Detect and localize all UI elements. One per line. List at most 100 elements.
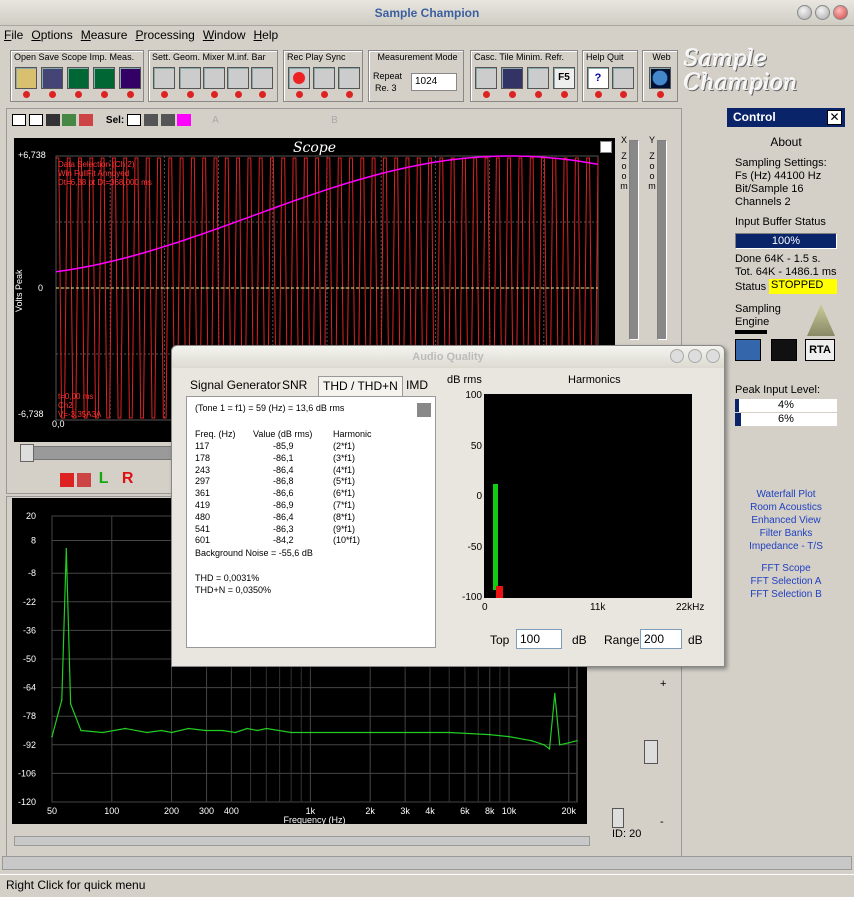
toolbar-window-group: Casc. Tile Minim. Refr. F5 (470, 50, 578, 102)
import-button[interactable] (93, 67, 115, 89)
settings-button[interactable] (153, 67, 175, 89)
y-zoom-slider[interactable] (657, 140, 667, 340)
fft-scrollbar[interactable] (14, 836, 590, 846)
play-button[interactable] (313, 67, 335, 89)
fft-data-point (576, 739, 578, 742)
mixer-button[interactable] (203, 67, 225, 89)
led-indicator (127, 91, 134, 98)
main-scrollbar[interactable] (2, 856, 852, 870)
menu-options[interactable]: Options (27, 26, 76, 44)
zoom-tool-icon[interactable] (28, 114, 43, 126)
menu-help[interactable]: Help (250, 26, 283, 44)
grid-icon[interactable] (127, 114, 142, 126)
link-filter-banks[interactable]: Filter Banks (727, 528, 845, 539)
rta-button[interactable]: RTA (805, 339, 835, 361)
spectrum-icon[interactable] (62, 114, 77, 126)
fft-minus-label[interactable]: - (660, 816, 664, 828)
link-fft-scope[interactable]: FFT Scope (727, 563, 845, 574)
web-globe-icon[interactable] (649, 67, 671, 89)
minimize-button[interactable] (797, 5, 812, 20)
link-fft-selection-b[interactable]: FFT Selection B (727, 589, 845, 600)
menu-window[interactable]: Window (199, 26, 250, 44)
sync-button[interactable] (338, 67, 360, 89)
measure-button[interactable] (119, 67, 141, 89)
fft-plus-label[interactable]: + (660, 678, 666, 690)
open-button[interactable] (15, 67, 37, 89)
menu-processing[interactable]: Processing (131, 26, 198, 44)
right-channel-button[interactable]: R (122, 470, 134, 487)
fft-id-slider[interactable] (612, 808, 624, 828)
link-enhanced-view[interactable]: Enhanced View (727, 515, 845, 526)
scope-expand-icon[interactable] (600, 141, 612, 153)
engine-spectrum-icon[interactable] (771, 339, 797, 361)
link-impedance[interactable]: Impedance - T/S (727, 541, 845, 552)
menu-file[interactable]: File (0, 26, 27, 44)
cascade-button[interactable] (475, 67, 497, 89)
copy-results-icon[interactable] (417, 403, 431, 417)
range-spinner[interactable]: 200 (640, 629, 682, 649)
bits-label: Bit/Sample 16 (735, 183, 804, 195)
aq-maximize-button[interactable] (688, 349, 702, 363)
copy-icon[interactable] (77, 472, 92, 487)
tab-snr[interactable]: SNR (278, 376, 311, 396)
fft-x-tick: 10k (502, 806, 517, 816)
media-info-button[interactable] (227, 67, 249, 89)
tab-thd[interactable]: THD / THD+N (318, 376, 403, 397)
fft-data-point (369, 731, 372, 734)
link-waterfall-plot[interactable]: Waterfall Plot (727, 489, 845, 500)
about-button[interactable]: About (727, 135, 845, 149)
minimize-all-button[interactable] (527, 67, 549, 89)
fft-data-point (234, 731, 237, 734)
control-close-icon[interactable]: ✕ (827, 110, 842, 125)
engine-grid-icon[interactable] (735, 339, 761, 361)
led-indicator (509, 91, 516, 98)
camera-icon[interactable] (45, 114, 60, 126)
fft-data-point (170, 731, 173, 734)
stats-icon[interactable] (160, 114, 175, 126)
scope-x-start: 0,0 (52, 419, 65, 429)
thd-row-v: -86,6 (273, 488, 294, 499)
clipboard-icon[interactable] (60, 472, 74, 487)
fft-x-tick: 6k (460, 806, 470, 816)
led-indicator (161, 91, 168, 98)
bar-button[interactable] (251, 67, 273, 89)
aq-close-button[interactable] (706, 349, 720, 363)
metronome-icon[interactable] (807, 304, 835, 336)
left-channel-button[interactable]: L (99, 470, 109, 487)
logo-line1: Sample (684, 47, 768, 72)
fft-level-slider[interactable] (644, 740, 658, 764)
harmonics-plot[interactable] (484, 394, 692, 598)
top-spinner[interactable]: 100 (516, 629, 562, 649)
link-room-acoustics[interactable]: Room Acoustics (727, 502, 845, 513)
table-icon[interactable] (143, 114, 158, 126)
geometry-button[interactable] (179, 67, 201, 89)
thd-row-f: 541 (195, 523, 211, 534)
save-button[interactable] (41, 67, 63, 89)
select-tool-icon[interactable] (12, 114, 26, 126)
tab-signal-generator[interactable]: Signal Generator (186, 376, 285, 396)
channels-icon[interactable] (79, 114, 94, 126)
x-zoom-slider[interactable] (629, 140, 639, 340)
aq-minimize-button[interactable] (670, 349, 684, 363)
close-button[interactable] (833, 5, 848, 20)
fft-y-tick: -50 (23, 654, 36, 664)
fft-y-tick: -8 (28, 568, 36, 578)
menu-measure[interactable]: Measure (77, 26, 132, 44)
scope-button[interactable] (67, 67, 89, 89)
harmonic-bar-fundamental (493, 484, 498, 590)
thd-row-v: -85,9 (273, 441, 294, 451)
scope-scroll-thumb[interactable] (20, 444, 34, 462)
tile-button[interactable] (501, 67, 523, 89)
quit-button[interactable] (612, 67, 634, 89)
color-icon[interactable] (177, 114, 192, 126)
measurement-mode-select[interactable]: 1024 (411, 73, 457, 91)
refresh-button[interactable]: F5 (553, 67, 575, 89)
fft-x-tick: 2k (365, 806, 375, 816)
tab-imd[interactable]: IMD (402, 376, 432, 396)
record-button[interactable] (288, 67, 310, 89)
link-fft-selection-a[interactable]: FFT Selection A (727, 576, 845, 587)
help-icon[interactable]: ? (587, 67, 609, 89)
thd-row-h: (4*f1) (333, 464, 356, 475)
led-indicator (259, 91, 266, 98)
maximize-button[interactable] (815, 5, 830, 20)
